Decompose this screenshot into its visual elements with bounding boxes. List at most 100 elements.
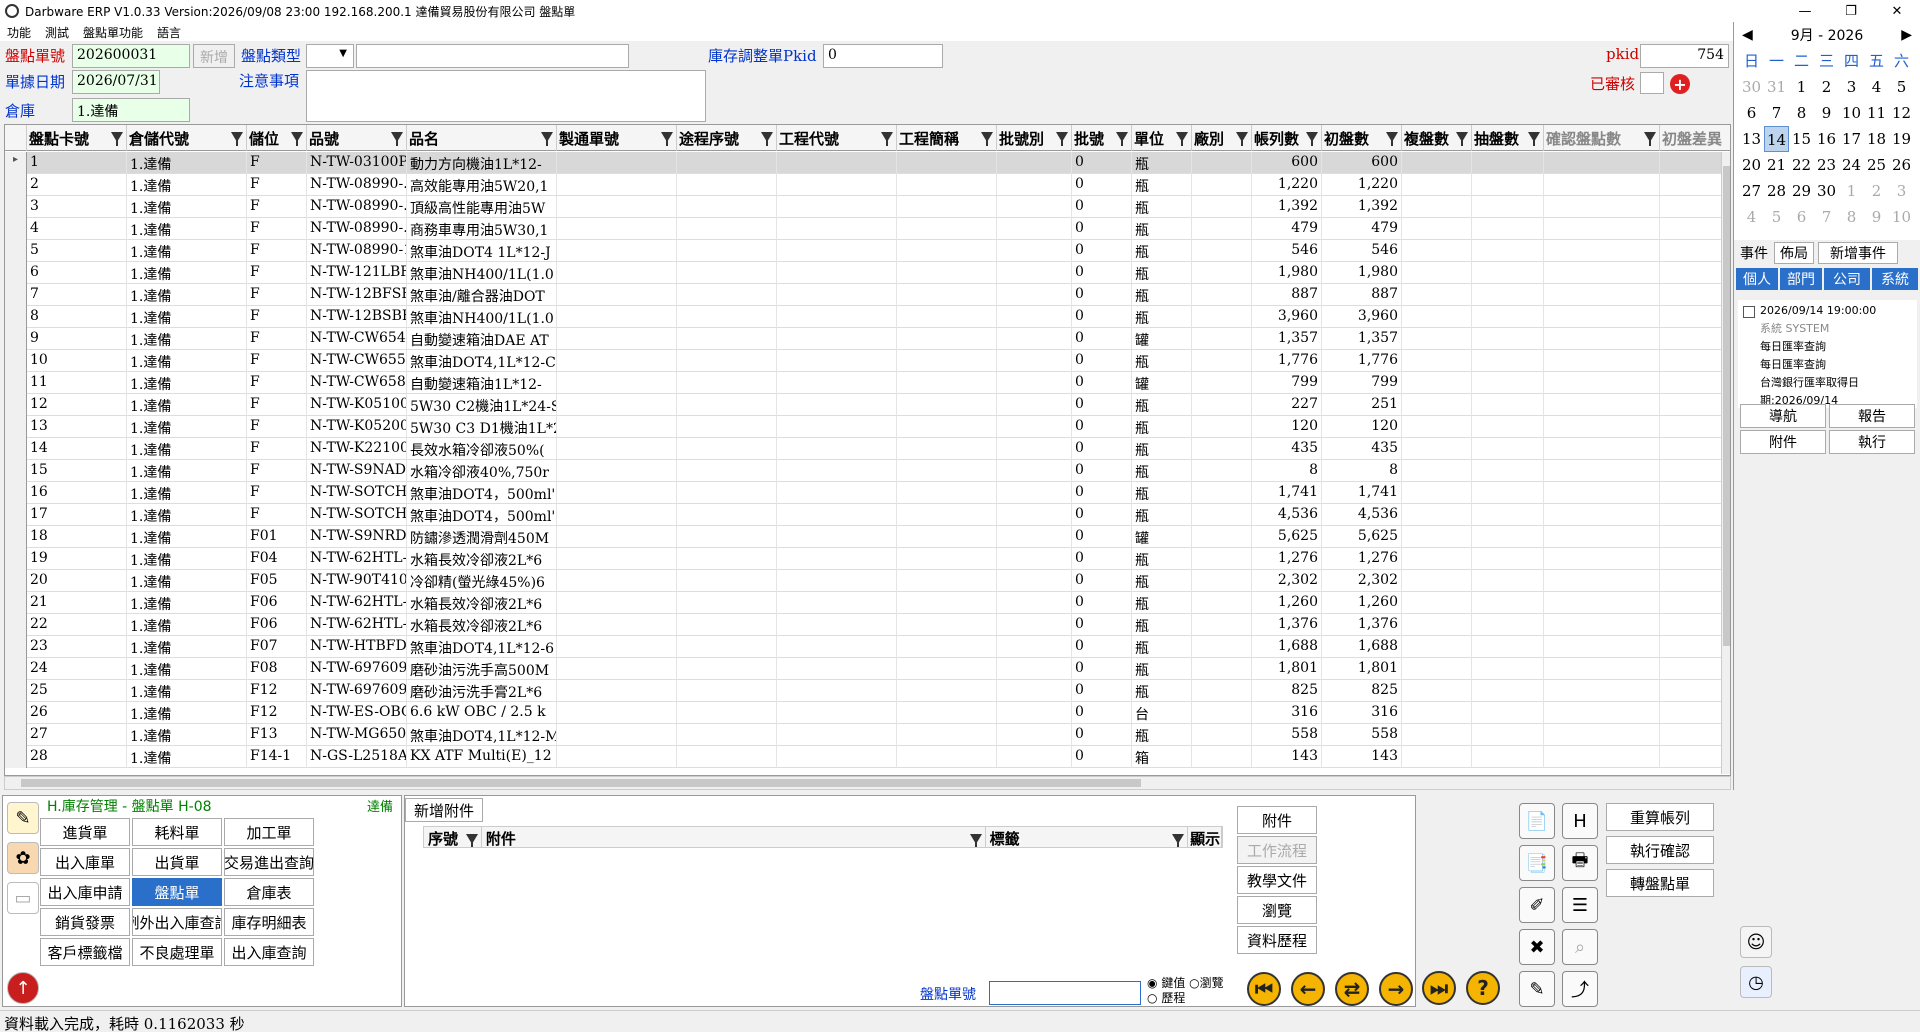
table-cell[interactable] (1192, 438, 1252, 460)
row-indicator[interactable] (5, 394, 27, 416)
table-cell[interactable] (557, 702, 677, 724)
table-cell[interactable]: F (247, 218, 307, 240)
table-cell[interactable] (557, 218, 677, 240)
table-cell[interactable]: 瓶 (1132, 284, 1192, 306)
table-cell[interactable] (1544, 504, 1660, 526)
table-row[interactable]: 28 1.達備 F14-1 N-GS-L2518Al KX ATF Multi(E)_1… (5, 746, 1730, 768)
table-cell[interactable]: 1,741 (1252, 482, 1322, 504)
refresh-icon[interactable]: ⇄ (1335, 972, 1369, 1006)
row-indicator[interactable] (5, 570, 27, 592)
table-cell[interactable] (1472, 416, 1544, 438)
table-cell[interactable] (997, 460, 1072, 482)
table-cell[interactable]: 2,302 (1322, 570, 1402, 592)
table-cell[interactable] (1544, 614, 1660, 636)
menu-function[interactable]: 功能 (0, 22, 38, 41)
table-cell[interactable]: 水箱長效冷卻液2L*6 (407, 548, 557, 570)
nav-button[interactable]: 出貨單 (132, 848, 222, 876)
column-header[interactable]: 抽盤數 (1472, 125, 1544, 151)
table-cell[interactable] (1192, 724, 1252, 746)
table-cell[interactable]: F (247, 460, 307, 482)
table-cell[interactable] (997, 306, 1072, 328)
filter-icon[interactable] (1644, 132, 1656, 146)
calendar-day[interactable]: 15 (1789, 126, 1814, 152)
table-cell[interactable]: KX ATF Multi(E)_12 (407, 746, 557, 768)
table-cell[interactable] (557, 482, 677, 504)
table-cell[interactable] (897, 284, 997, 306)
table-cell[interactable] (557, 350, 677, 372)
table-cell[interactable] (777, 570, 897, 592)
filter-icon[interactable] (1116, 132, 1128, 146)
table-cell[interactable]: 16 (27, 482, 127, 504)
table-cell[interactable] (777, 328, 897, 350)
table-cell[interactable]: 8 (27, 306, 127, 328)
table-cell[interactable] (1192, 372, 1252, 394)
table-cell[interactable] (1402, 658, 1472, 680)
row-indicator[interactable] (5, 680, 27, 702)
table-row[interactable]: 26 1.達備 F12 N-TW-ES-OBO 6.6 kW OBC / 2.5 k 0台… (5, 702, 1730, 724)
table-cell[interactable] (1544, 240, 1660, 262)
table-cell[interactable] (897, 746, 997, 768)
table-cell[interactable] (897, 394, 997, 416)
table-cell[interactable]: 17 (27, 504, 127, 526)
table-cell[interactable] (997, 482, 1072, 504)
table-cell[interactable]: F08 (247, 658, 307, 680)
table-cell[interactable] (777, 372, 897, 394)
table-cell[interactable]: N-TW-CW6551- (307, 350, 407, 372)
table-cell[interactable]: 1.達備 (127, 350, 247, 372)
table-cell[interactable] (1472, 614, 1544, 636)
filter-icon[interactable] (541, 132, 553, 146)
table-cell[interactable]: 4,536 (1252, 504, 1322, 526)
column-header[interactable]: 品號 (307, 125, 407, 151)
table-cell[interactable]: 546 (1322, 240, 1402, 262)
table-cell[interactable] (1472, 306, 1544, 328)
table-cell[interactable] (997, 504, 1072, 526)
table-cell[interactable]: 1.達備 (127, 394, 247, 416)
table-cell[interactable] (1402, 306, 1472, 328)
table-cell[interactable] (1192, 350, 1252, 372)
table-row[interactable]: 5 1.達備 F N-TW-08990-1 煞車油DOT4 1L*12-J 0 瓶 546 54… (5, 240, 1730, 262)
table-row[interactable]: 91.達備FN-TW-CW6548:自動變速箱油DAE AT 0罐 1,3571,3… (5, 328, 1730, 350)
column-header[interactable]: 批號 (1072, 125, 1132, 151)
table-cell[interactable]: 15 (27, 460, 127, 482)
table-cell[interactable]: 0 (1072, 636, 1132, 658)
table-cell[interactable] (677, 482, 777, 504)
table-cell[interactable]: 1.達備 (127, 548, 247, 570)
table-cell[interactable]: 長效水箱冷卻液50%( (407, 438, 557, 460)
table-cell[interactable] (677, 152, 777, 174)
table-cell[interactable] (677, 306, 777, 328)
table-cell[interactable]: F (247, 350, 307, 372)
table-cell[interactable] (897, 372, 997, 394)
table-cell[interactable]: N-TW-MG6500( (307, 724, 407, 746)
table-row[interactable]: 2 1.達備 F N-TW-08990-. 高效能專用油5W20,1 0 瓶 1,220 1,2… (5, 174, 1730, 196)
table-cell[interactable]: F06 (247, 614, 307, 636)
table-cell[interactable] (897, 240, 997, 262)
table-cell[interactable]: 558 (1252, 724, 1322, 746)
table-cell[interactable]: 0 (1072, 174, 1132, 196)
type-select[interactable]: ▼ (306, 44, 354, 68)
table-cell[interactable]: N-TW-62HTL-1 (307, 592, 407, 614)
row-indicator[interactable]: ▸ (5, 152, 27, 174)
table-cell[interactable]: 14 (27, 438, 127, 460)
table-cell[interactable] (677, 636, 777, 658)
table-row[interactable]: 8 1.達備 F N-TW-12BSBF- 煞車油NH400/1L(1.0 0 瓶 3,960… (5, 306, 1730, 328)
row-indicator[interactable] (5, 724, 27, 746)
table-cell[interactable] (677, 724, 777, 746)
tutorial-button[interactable]: 教學文件 (1237, 866, 1317, 894)
calendar-day[interactable]: 23 (1814, 152, 1839, 178)
table-cell[interactable] (1544, 724, 1660, 746)
table-cell[interactable]: 3 (27, 196, 127, 218)
table-cell[interactable]: N-TW-03100PI (307, 152, 407, 174)
table-cell[interactable]: F07 (247, 636, 307, 658)
row-indicator[interactable] (5, 636, 27, 658)
table-cell[interactable] (677, 284, 777, 306)
table-cell[interactable]: 煞車油DOT4，500ml' (407, 482, 557, 504)
nav-button[interactable]: 不良處理單 (132, 938, 222, 966)
menu-language[interactable]: 語言 (150, 22, 188, 41)
calendar-day[interactable]: 30 (1814, 178, 1839, 204)
table-cell[interactable]: 1,260 (1252, 592, 1322, 614)
filter-icon[interactable] (981, 132, 993, 146)
table-cell[interactable]: 0 (1072, 504, 1132, 526)
table-cell[interactable]: 1.達備 (127, 724, 247, 746)
table-cell[interactable]: N-TW-90T410( (307, 570, 407, 592)
table-cell[interactable]: 13 (27, 416, 127, 438)
